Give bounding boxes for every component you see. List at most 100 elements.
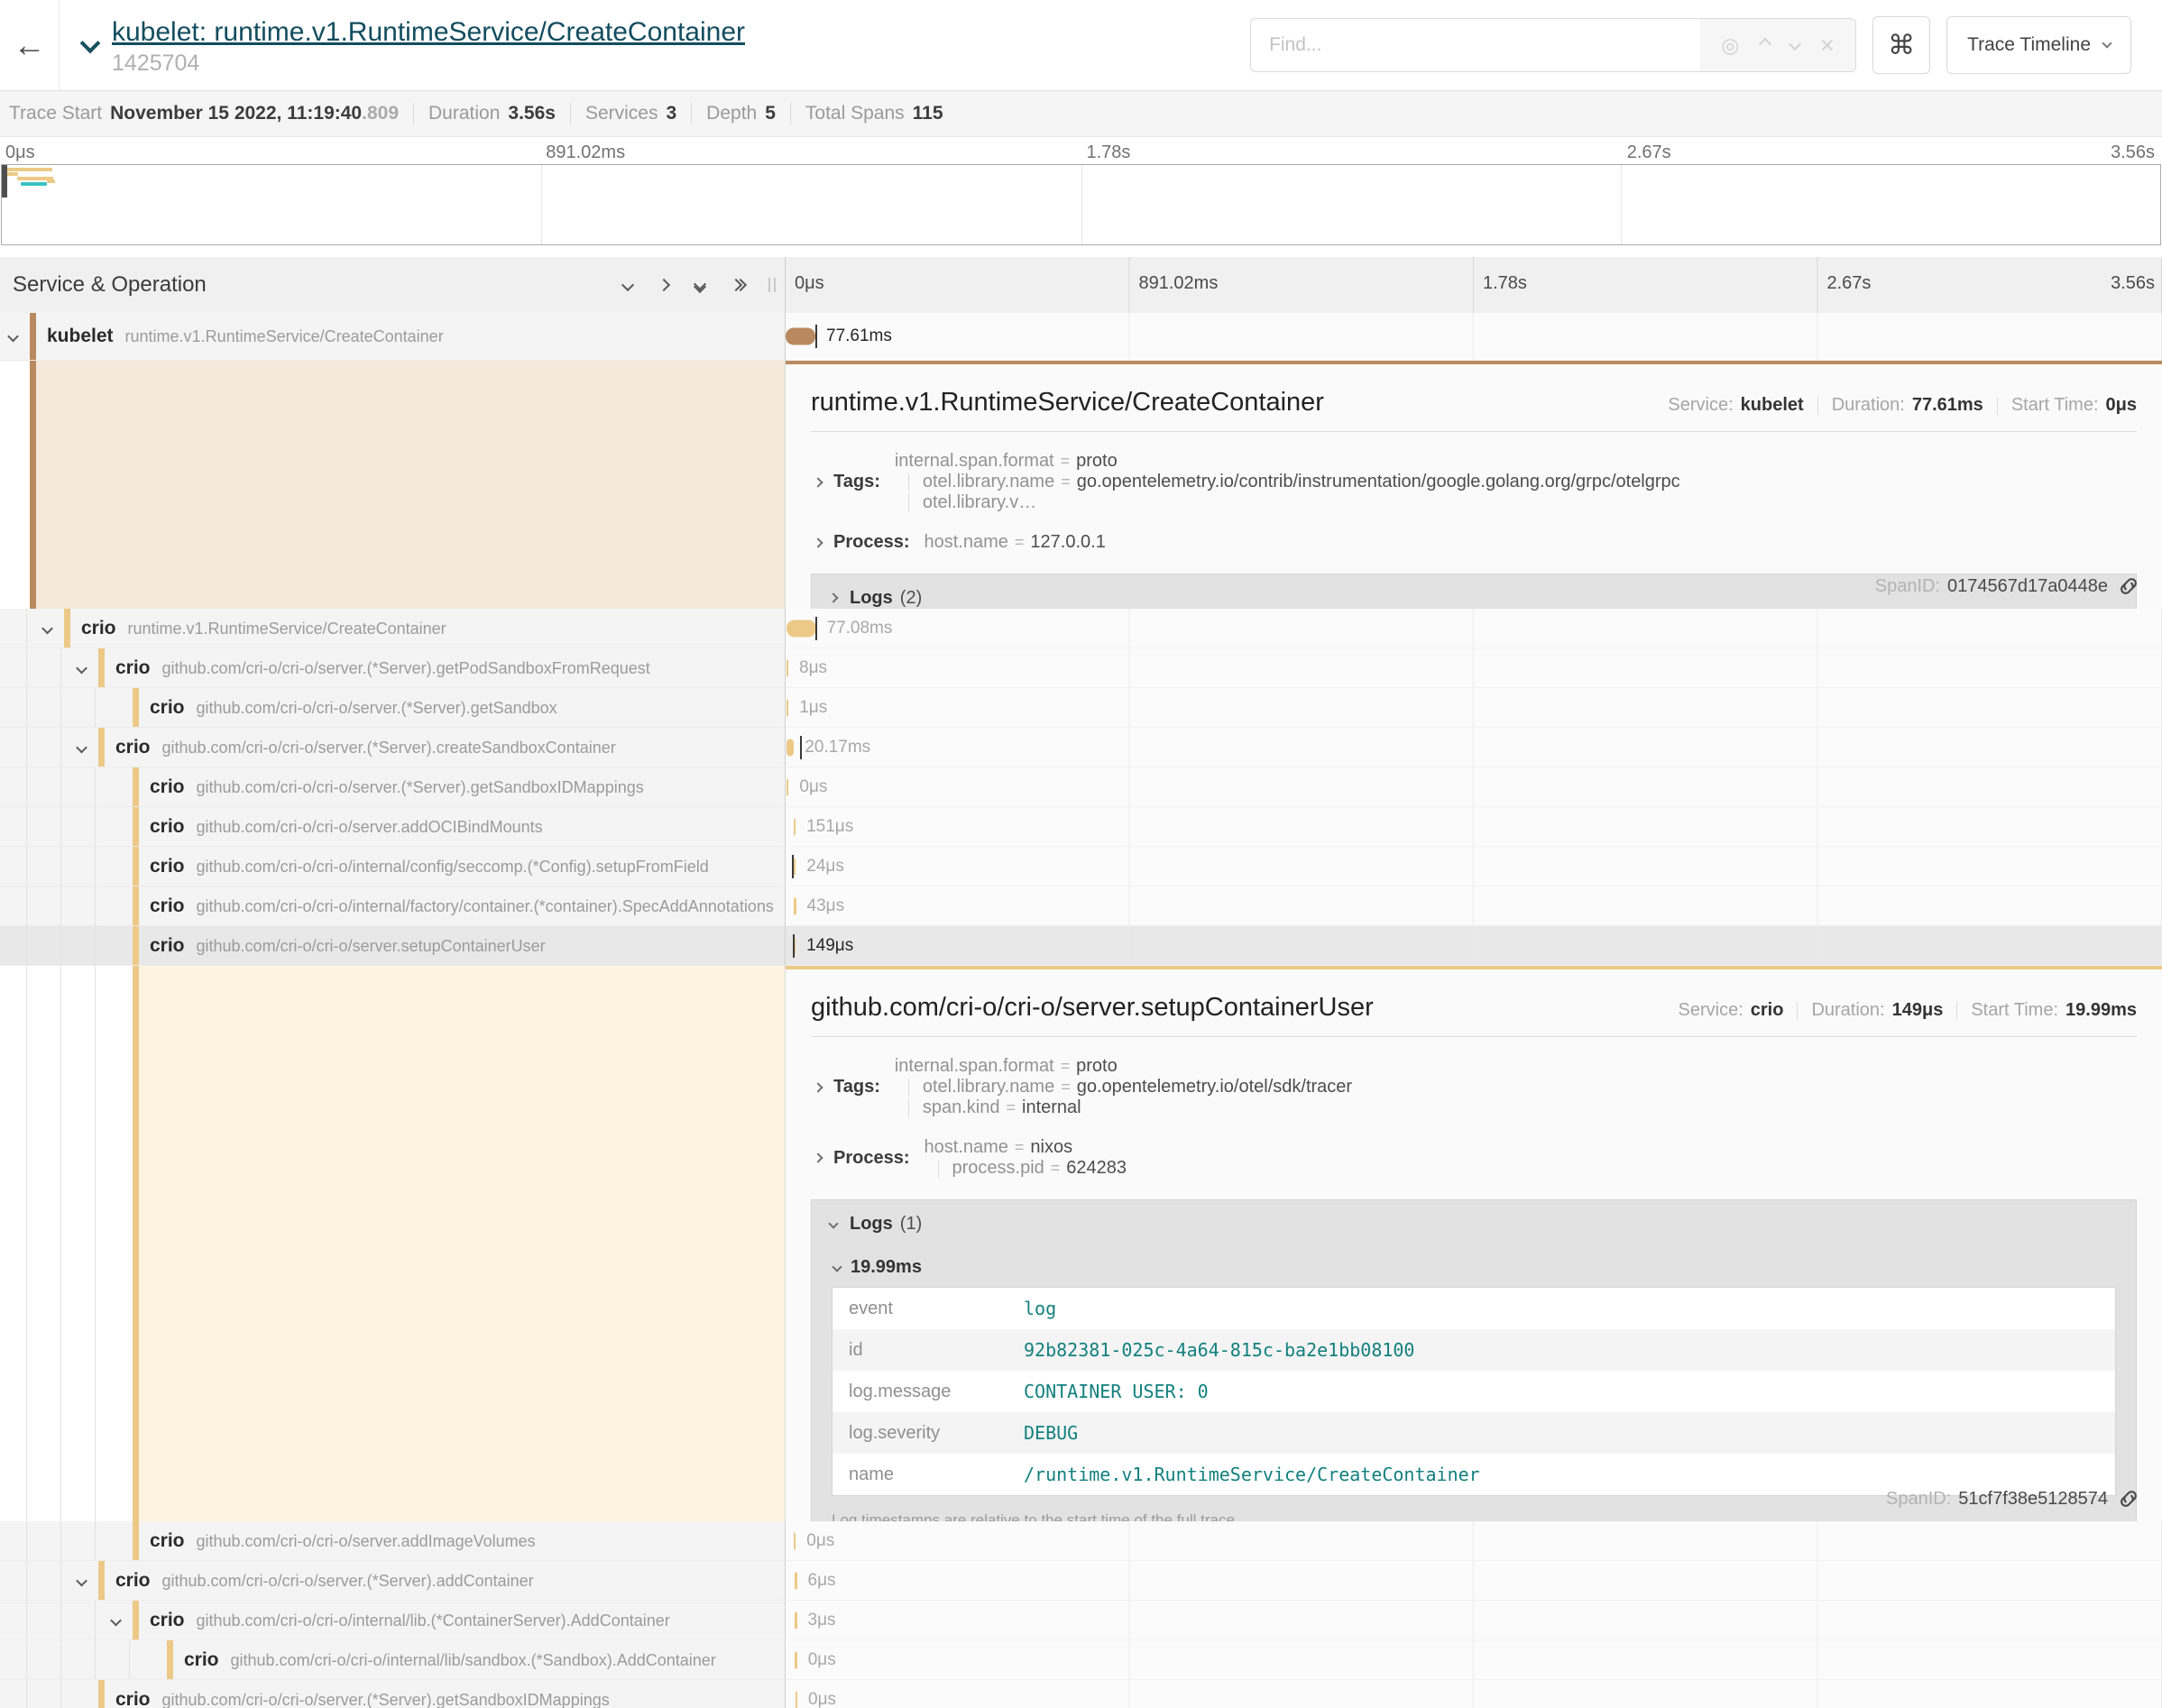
span-row-timeline-cell[interactable]: 3μs xyxy=(786,1601,2162,1640)
span-row[interactable]: crio runtime.v1.RuntimeService/CreateCon… xyxy=(0,609,2162,648)
collapse-one-icon[interactable] xyxy=(623,280,632,289)
span-row[interactable]: crio github.com/cri-o/cri-o/server.setup… xyxy=(0,926,2162,966)
span-row-timeline-cell[interactable]: 6μs xyxy=(786,1561,2162,1601)
span-expand-chevron-icon[interactable] xyxy=(9,333,17,341)
span-row[interactable]: crio github.com/cri-o/cri-o/internal/fac… xyxy=(0,886,2162,926)
span-duration-bar[interactable] xyxy=(795,1572,797,1589)
span-row-name-cell[interactable]: crio github.com/cri-o/cri-o/internal/con… xyxy=(0,847,786,886)
span-row[interactable]: crio github.com/cri-o/cri-o/server.(*Ser… xyxy=(0,1561,2162,1601)
log-entry-header[interactable]: 19.99ms xyxy=(812,1247,2136,1287)
find-input[interactable] xyxy=(1251,19,1700,71)
span-row[interactable]: crio github.com/cri-o/cri-o/internal/lib… xyxy=(0,1640,2162,1680)
keyboard-shortcuts-button[interactable]: ⌘ xyxy=(1872,16,1930,74)
column-resizer[interactable] xyxy=(768,278,776,292)
span-duration-bar[interactable] xyxy=(795,1651,797,1668)
indent-guide xyxy=(60,886,61,925)
span-row-timeline-cell[interactable]: 0μs xyxy=(786,1521,2162,1561)
span-expand-chevron-icon[interactable] xyxy=(43,624,51,632)
tags-row[interactable]: Tags: internal.span.format = proto otel.… xyxy=(811,1056,2137,1118)
span-expand-chevron-icon[interactable] xyxy=(112,1616,120,1624)
span-row-timeline-cell[interactable]: 0μs xyxy=(786,1640,2162,1680)
trace-stat-value: 115 xyxy=(913,103,943,124)
collapse-controls xyxy=(623,280,745,291)
span-duration-bar[interactable] xyxy=(787,699,789,716)
find-next-icon[interactable] xyxy=(1790,37,1799,53)
span-row[interactable]: kubelet runtime.v1.RuntimeService/Create… xyxy=(0,313,2162,361)
collapse-all-icon[interactable] xyxy=(695,280,704,291)
span-row-name-cell[interactable]: crio github.com/cri-o/cri-o/internal/fac… xyxy=(0,886,786,926)
process-row[interactable]: Process: host.name = nixos process.pid =… xyxy=(811,1137,2137,1179)
indent-guide xyxy=(95,966,96,1521)
span-row-name-cell[interactable]: crio github.com/cri-o/cri-o/server.setup… xyxy=(0,926,786,966)
span-row-timeline-cell[interactable]: 77.08ms xyxy=(786,609,2162,648)
span-row-name-cell[interactable]: crio github.com/cri-o/cri-o/server.(*Ser… xyxy=(0,688,786,728)
span-duration-bar[interactable] xyxy=(786,328,815,345)
span-duration-bar[interactable] xyxy=(794,1532,796,1549)
span-row-name-cell[interactable]: crio github.com/cri-o/cri-o/internal/lib… xyxy=(0,1640,786,1680)
span-row-timeline-cell[interactable]: 20.17ms xyxy=(786,728,2162,767)
target-icon[interactable]: ◎ xyxy=(1721,35,1739,56)
logs-header[interactable]: Logs (1) xyxy=(812,1200,2136,1247)
span-row-timeline-cell[interactable]: 0μs xyxy=(786,1680,2162,1708)
divider xyxy=(811,1036,2137,1037)
back-button[interactable]: ← xyxy=(0,0,60,90)
trace-title-link[interactable]: kubelet: runtime.v1.RuntimeService/Creat… xyxy=(112,17,745,48)
span-row-name-cell[interactable]: crio github.com/cri-o/cri-o/server.(*Ser… xyxy=(0,648,786,688)
trace-collapse-chevron-icon[interactable] xyxy=(83,36,97,55)
link-icon[interactable] xyxy=(2117,1487,2140,1511)
process-row[interactable]: Process: host.name = 127.0.0.1 xyxy=(811,532,2137,553)
span-row-name-cell[interactable]: crio runtime.v1.RuntimeService/CreateCon… xyxy=(0,609,786,648)
minimap-canvas[interactable] xyxy=(1,164,2161,245)
span-row[interactable]: crio github.com/cri-o/cri-o/internal/lib… xyxy=(0,1601,2162,1640)
span-expand-chevron-icon[interactable] xyxy=(78,743,86,751)
span-row-timeline-cell[interactable]: 1μs xyxy=(786,688,2162,728)
span-duration-label: 6μs xyxy=(808,1571,836,1591)
span-row-name-cell[interactable]: crio github.com/cri-o/cri-o/server.addOC… xyxy=(0,807,786,847)
span-duration-bar[interactable] xyxy=(787,659,789,676)
span-duration-bar[interactable] xyxy=(795,1612,797,1629)
span-row[interactable]: crio github.com/cri-o/cri-o/server.(*Ser… xyxy=(0,688,2162,728)
minimap-scrubber[interactable] xyxy=(2,165,7,197)
span-row-name-cell[interactable]: crio github.com/cri-o/cri-o/server.addIm… xyxy=(0,1521,786,1561)
span-row-name-cell[interactable]: crio github.com/cri-o/cri-o/server.(*Ser… xyxy=(0,1680,786,1708)
span-duration-bar[interactable] xyxy=(794,897,796,914)
span-expand-chevron-icon[interactable] xyxy=(78,1576,86,1584)
span-row-timeline-cell[interactable]: 151μs xyxy=(786,807,2162,847)
find-controls: ◎ × xyxy=(1700,19,1855,71)
span-expand-chevron-icon[interactable] xyxy=(78,664,86,672)
span-row[interactable]: crio github.com/cri-o/cri-o/server.(*Ser… xyxy=(0,1680,2162,1708)
span-row[interactable]: crio github.com/cri-o/cri-o/server.(*Ser… xyxy=(0,767,2162,807)
span-duration-bar[interactable] xyxy=(787,739,795,756)
span-row[interactable]: crio github.com/cri-o/cri-o/server.addOC… xyxy=(0,807,2162,847)
span-row-timeline-cell[interactable]: 77.61ms xyxy=(786,313,2162,361)
span-row-name-cell[interactable]: crio github.com/cri-o/cri-o/server.(*Ser… xyxy=(0,728,786,767)
log-field-key: log.severity xyxy=(833,1423,1024,1444)
tags-row[interactable]: Tags: internal.span.format = proto otel.… xyxy=(811,451,2137,513)
span-duration-bar[interactable] xyxy=(794,818,796,835)
key-value-item: span.kind = internal xyxy=(895,1097,1352,1118)
span-row-timeline-cell[interactable]: 149μs xyxy=(786,926,2162,966)
span-row-name-cell[interactable]: crio github.com/cri-o/cri-o/internal/lib… xyxy=(0,1601,786,1640)
span-row-timeline-cell[interactable]: 24μs xyxy=(786,847,2162,886)
span-row[interactable]: crio github.com/cri-o/cri-o/internal/con… xyxy=(0,847,2162,886)
span-row-name-cell[interactable]: kubelet runtime.v1.RuntimeService/Create… xyxy=(0,313,786,361)
span-duration-bar[interactable] xyxy=(787,620,816,637)
span-duration-bar[interactable] xyxy=(794,858,796,875)
span-row[interactable]: crio github.com/cri-o/cri-o/server.addIm… xyxy=(0,1521,2162,1561)
span-row-timeline-cell[interactable]: 0μs xyxy=(786,767,2162,807)
trace-view-selector[interactable]: Trace Timeline xyxy=(1946,16,2131,74)
span-row-name-cell[interactable]: crio github.com/cri-o/cri-o/server.(*Ser… xyxy=(0,767,786,807)
find-prev-icon[interactable] xyxy=(1761,37,1770,53)
span-row[interactable]: crio github.com/cri-o/cri-o/server.(*Ser… xyxy=(0,728,2162,767)
span-duration-bar[interactable] xyxy=(796,1691,798,1708)
span-rows: kubelet runtime.v1.RuntimeService/Create… xyxy=(0,313,2162,1708)
expand-one-icon[interactable] xyxy=(659,280,668,289)
span-row-timeline-cell[interactable]: 43μs xyxy=(786,886,2162,926)
expand-all-icon[interactable] xyxy=(731,280,745,289)
span-row-name-cell[interactable]: crio github.com/cri-o/cri-o/server.(*Ser… xyxy=(0,1561,786,1601)
span-duration-bar[interactable] xyxy=(787,778,789,795)
link-icon[interactable] xyxy=(2117,574,2140,598)
clear-find-icon[interactable]: × xyxy=(1820,33,1835,58)
span-row[interactable]: crio github.com/cri-o/cri-o/server.(*Ser… xyxy=(0,648,2162,688)
span-row-timeline-cell[interactable]: 8μs xyxy=(786,648,2162,688)
